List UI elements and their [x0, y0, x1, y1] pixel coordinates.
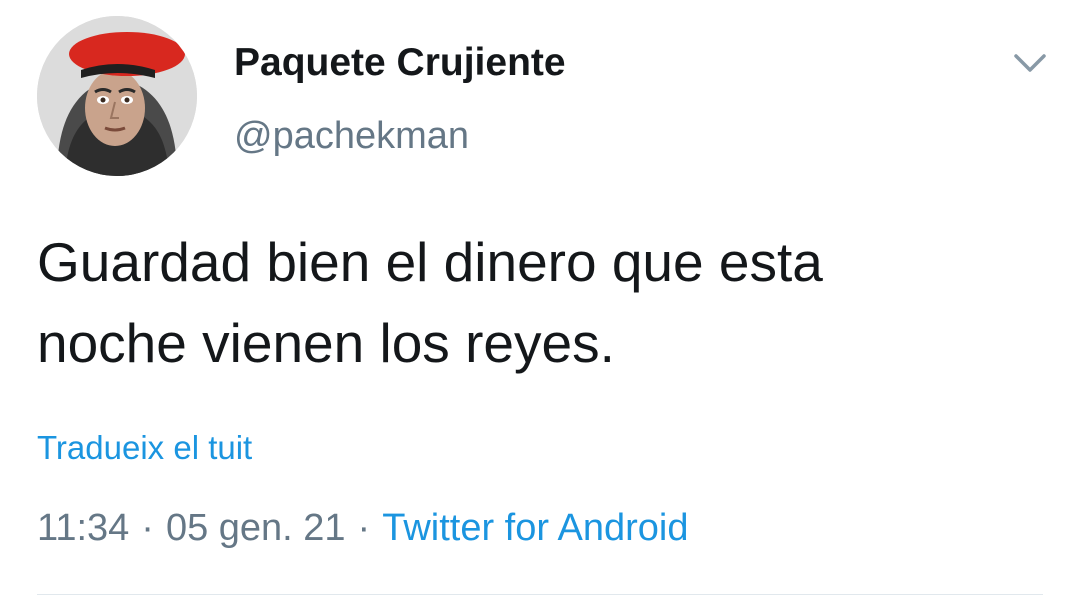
- tweet-time[interactable]: 11:34: [37, 507, 129, 549]
- separator-dot: ·: [357, 507, 371, 549]
- divider: [37, 594, 1043, 595]
- tweet-source-link[interactable]: Twitter for Android: [382, 507, 688, 549]
- display-name[interactable]: Paquete Crujiente: [234, 40, 566, 86]
- user-handle[interactable]: @pachekman: [234, 113, 469, 159]
- translate-tweet-link[interactable]: Tradueix el tuit: [37, 428, 252, 468]
- avatar-image: [37, 16, 197, 176]
- tweet-card: Paquete Crujiente @pachekman Guardad bie…: [0, 0, 1075, 606]
- tweet-text-line: Guardad bien el dinero que esta: [37, 231, 823, 293]
- tweet-meta: 11:34 · 05 gen. 21 · Twitter for Android: [37, 505, 688, 551]
- tweet-date[interactable]: 05 gen. 21: [166, 507, 346, 549]
- avatar[interactable]: [37, 16, 197, 176]
- tweet-text: Guardad bien el dinero que esta noche vi…: [37, 222, 1037, 384]
- chevron-down-icon[interactable]: [1010, 44, 1050, 80]
- separator-dot: ·: [141, 507, 154, 549]
- tweet-text-line: noche vienen los reyes.: [37, 312, 615, 374]
